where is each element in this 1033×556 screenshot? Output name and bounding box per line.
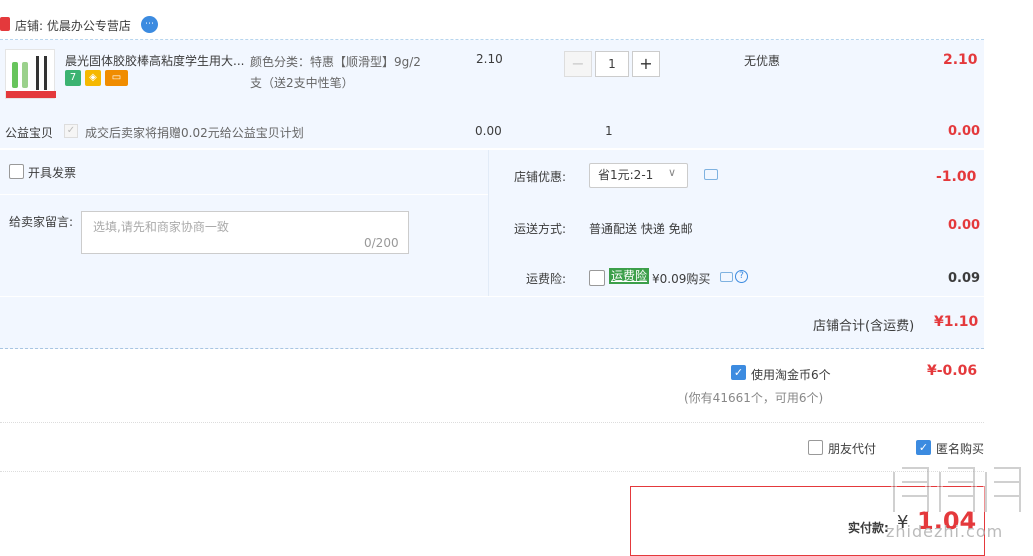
coin-value: ¥-0.06 xyxy=(927,363,978,379)
product-title[interactable]: 晨光固体胶胶棒高粘度学生用大... xyxy=(65,52,245,69)
charity-checkbox: ✓ xyxy=(64,124,78,138)
invoice-label[interactable]: 开具发票 xyxy=(28,164,76,181)
comment-icon[interactable] xyxy=(720,272,733,282)
charity-price: 0.00 xyxy=(475,124,502,138)
chevron-down-icon[interactable]: ∨ xyxy=(668,166,676,179)
insurance-badge[interactable]: 运费险 xyxy=(609,268,650,284)
anonymous-checkbox[interactable]: ✓ xyxy=(916,440,931,455)
sku-info: 颜色分类：特惠【顺滑型】9g/2支（送2支中性笔） xyxy=(250,55,421,90)
insurance-checkbox[interactable] xyxy=(589,270,605,286)
item-subtotal: 2.10 xyxy=(943,52,978,68)
insurance-label: 运费险: xyxy=(526,272,567,286)
shop-name[interactable]: 店铺: 优晨办公专营店 xyxy=(15,17,131,34)
message-placeholder: 选填,请先和商家协商一致 xyxy=(93,220,229,234)
coupon-value: -1.00 xyxy=(936,169,977,185)
qty-decrease-button[interactable]: − xyxy=(564,51,592,77)
card-icon: ▭ xyxy=(105,70,128,86)
insurance-price: ¥0.09购买 xyxy=(652,272,711,286)
message-char-count: 0/200 xyxy=(364,236,399,250)
guarantee-icon: ◈ xyxy=(85,70,101,86)
coin-label[interactable]: 使用淘金币6个 xyxy=(751,366,831,383)
comment-icon[interactable] xyxy=(704,169,718,180)
qty-input[interactable]: 1 xyxy=(595,51,629,77)
invoice-checkbox[interactable] xyxy=(9,164,24,179)
shipping-value: 0.00 xyxy=(948,218,981,233)
charity-label: 公益宝贝 xyxy=(5,126,54,140)
help-icon[interactable]: ? xyxy=(735,270,748,283)
charity-subtotal: 0.00 xyxy=(948,124,981,139)
qty-increase-button[interactable]: + xyxy=(632,51,660,77)
anonymous-label[interactable]: 匿名购买 xyxy=(936,440,984,457)
insurance-value: 0.09 xyxy=(948,271,981,286)
coin-checkbox[interactable]: ✓ xyxy=(731,365,746,380)
shop-total-value: ¥1.10 xyxy=(934,314,979,330)
promo-text: 无优惠 xyxy=(744,54,781,68)
shipping-method: 普通配送 快递 免邮 xyxy=(589,222,693,236)
divider xyxy=(0,194,488,195)
charity-qty: 1 xyxy=(605,124,613,138)
divider xyxy=(488,150,489,296)
unit-price: 2.10 xyxy=(476,52,503,66)
coupon-label: 店铺优惠: xyxy=(514,170,567,184)
shop-total-label: 店铺合计(含运费) xyxy=(813,319,915,334)
watermark-url: zhidezhi.com xyxy=(886,522,1004,541)
friend-pay-checkbox[interactable] xyxy=(808,440,823,455)
coin-note: (你有41661个，可用6个) xyxy=(684,391,824,405)
charity-desc: 成交后卖家将捐赠0.02元给公益宝贝计划 xyxy=(85,126,304,140)
divider xyxy=(0,422,984,423)
friend-pay-label[interactable]: 朋友代付 xyxy=(828,440,876,457)
message-label: 给卖家留言: xyxy=(9,215,74,229)
seven-day-return-icon: 7 xyxy=(65,70,81,86)
divider xyxy=(0,471,984,472)
shop-badge-icon xyxy=(0,17,10,31)
chat-bubble-icon[interactable]: ⋯ xyxy=(141,16,158,33)
product-thumbnail[interactable] xyxy=(5,49,56,99)
payment-label: 实付款: xyxy=(848,521,889,535)
shipping-label: 运送方式: xyxy=(514,222,567,236)
